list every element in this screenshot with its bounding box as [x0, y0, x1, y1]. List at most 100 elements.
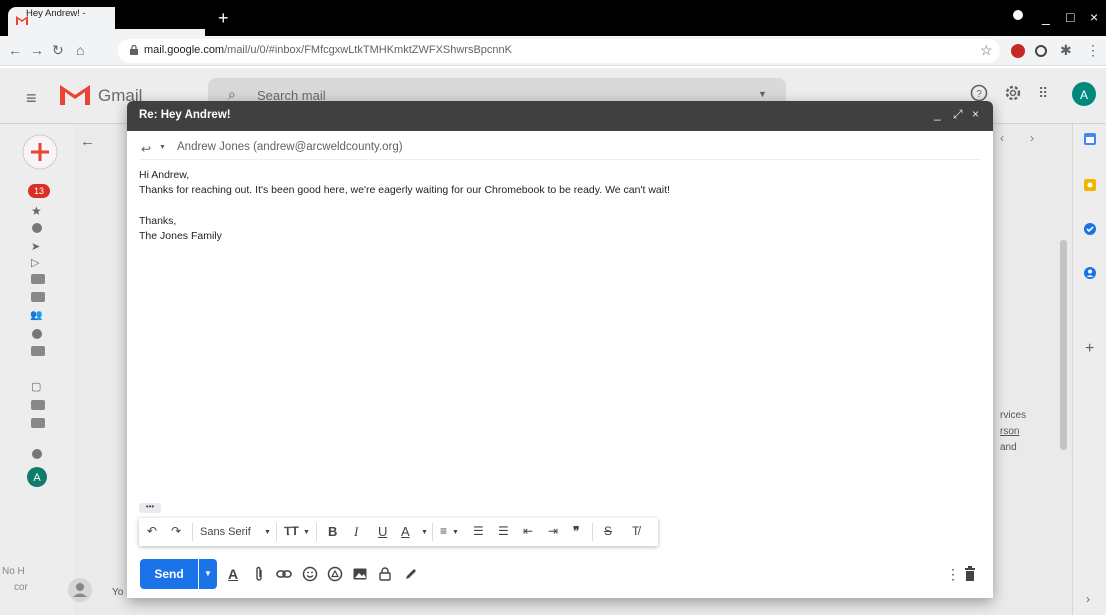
tab-title: Hey Andrew! -: [26, 8, 86, 19]
close-window-button[interactable]: ×: [1090, 9, 1098, 25]
get-addons-icon[interactable]: +: [1085, 340, 1094, 358]
new-tab-button[interactable]: +: [218, 8, 229, 29]
toolbar-divider: [316, 523, 317, 541]
compose-minimize-button[interactable]: _: [934, 107, 941, 121]
home-icon[interactable]: ⌂: [76, 42, 84, 58]
indent-less-icon[interactable]: ⇤: [523, 524, 533, 538]
video-icon[interactable]: [31, 400, 45, 410]
snoozed-icon[interactable]: [31, 222, 43, 234]
reload-icon[interactable]: ↻: [52, 42, 64, 59]
font-chevron-icon[interactable]: ▼: [264, 529, 271, 536]
browser-menu-icon[interactable]: ⋮: [1086, 42, 1100, 59]
extension-circle-icon[interactable]: [1034, 44, 1048, 58]
compose-close-button[interactable]: ×: [972, 107, 979, 121]
profile-dot-icon[interactable]: [1012, 9, 1024, 21]
emoji-icon[interactable]: [302, 566, 318, 582]
spam-icon[interactable]: [31, 328, 43, 340]
show-trimmed-content-button[interactable]: •••: [139, 503, 161, 513]
contacts-side-icon[interactable]: [1083, 266, 1097, 280]
align-chevron-icon[interactable]: ▼: [452, 529, 459, 536]
newer-icon[interactable]: ›: [1030, 131, 1034, 145]
remove-formatting-icon[interactable]: T̸: [632, 524, 639, 538]
url-text[interactable]: mail.google.com/mail/u/0/#inbox/FMfcgxwL…: [144, 44, 512, 56]
meet-icon[interactable]: ▢: [31, 380, 41, 393]
settings-gear-icon[interactable]: [1004, 84, 1022, 102]
bulleted-list-icon[interactable]: ☰: [498, 524, 509, 538]
svg-text:?: ?: [976, 89, 982, 100]
tasks-icon[interactable]: [1083, 222, 1097, 236]
side-panel-rail: [1072, 124, 1106, 615]
extensions-puzzle-icon[interactable]: ✱: [1060, 42, 1072, 59]
reply-arrow-icon[interactable]: ↩: [141, 142, 151, 156]
italic-button[interactable]: I: [354, 524, 358, 540]
signature-pen-icon[interactable]: [403, 566, 419, 582]
compose-title: Re: Hey Andrew!: [139, 109, 231, 121]
send-button[interactable]: Send: [140, 559, 198, 589]
more-options-icon[interactable]: ⋮: [946, 566, 960, 583]
text-color-chevron-icon[interactable]: ▼: [421, 529, 428, 536]
underline-button[interactable]: U: [378, 524, 387, 539]
strikethrough-icon[interactable]: S: [604, 524, 612, 538]
hangouts-icon[interactable]: [31, 448, 43, 460]
inbox-unread-badge[interactable]: 13: [28, 184, 50, 198]
chat-icon[interactable]: [31, 346, 45, 356]
user-status-avatar[interactable]: A: [26, 466, 48, 488]
older-icon[interactable]: ‹: [1000, 131, 1004, 145]
compose-header[interactable]: [127, 101, 993, 131]
svg-text:A: A: [33, 472, 41, 484]
numbered-list-icon[interactable]: ☰: [473, 524, 484, 538]
lock-icon: [130, 45, 138, 55]
scrollbar-thumb[interactable]: [1060, 240, 1067, 450]
font-size-icon[interactable]: ⲦT: [284, 524, 299, 539]
apps-grid-icon[interactable]: ⠿: [1038, 85, 1048, 102]
main-menu-icon[interactable]: ≡: [26, 88, 37, 109]
bold-button[interactable]: B: [328, 524, 337, 539]
attach-file-icon[interactable]: [254, 566, 264, 582]
compose-fullscreen-button[interactable]: ⤢: [953, 107, 963, 122]
redo-icon[interactable]: ↷: [171, 524, 181, 538]
discard-draft-icon[interactable]: [964, 566, 976, 582]
back-to-inbox-icon[interactable]: ←: [80, 133, 95, 150]
toolbar-divider: [192, 523, 193, 541]
keep-icon[interactable]: [1083, 178, 1097, 192]
extension-abp-icon[interactable]: [1010, 43, 1026, 59]
show-side-panel-icon[interactable]: ›: [1086, 592, 1090, 606]
back-icon[interactable]: ←: [8, 42, 22, 58]
bg-snippet-3: and: [1000, 442, 1017, 453]
recipient-divider: [139, 159, 981, 160]
label-icon[interactable]: [31, 292, 45, 302]
person-icon[interactable]: [68, 578, 92, 602]
compose-plus-icon[interactable]: [22, 134, 58, 170]
message-body[interactable]: [139, 168, 981, 498]
recipient-field[interactable]: Andrew Jones (andrew@arcweldcounty.org): [177, 141, 403, 153]
contacts-icon[interactable]: 👥: [30, 310, 42, 321]
text-color-button[interactable]: A: [401, 524, 410, 539]
gmail-logo-icon[interactable]: [60, 83, 90, 105]
indent-more-icon[interactable]: ⇥: [548, 524, 558, 538]
schedule-send-chevron-icon[interactable]: ▼: [199, 559, 217, 589]
sent-icon[interactable]: ▷: [31, 256, 39, 269]
starred-icon[interactable]: ★: [31, 204, 42, 218]
align-icon[interactable]: ≡: [440, 524, 447, 538]
reply-type-chevron-icon[interactable]: ▼: [159, 144, 166, 151]
confidential-mode-icon[interactable]: [377, 566, 393, 582]
size-chevron-icon[interactable]: ▼: [303, 529, 310, 536]
insert-photo-icon[interactable]: [352, 566, 368, 582]
help-icon[interactable]: ?: [970, 84, 988, 102]
search-options-icon[interactable]: ▼: [758, 89, 767, 99]
formatting-options-button[interactable]: A: [228, 566, 238, 582]
quote-icon[interactable]: ❞: [573, 524, 579, 538]
undo-icon[interactable]: ↶: [147, 524, 157, 538]
forward-icon[interactable]: →: [30, 42, 44, 58]
google-drive-icon[interactable]: [327, 566, 343, 582]
insert-link-icon[interactable]: [276, 566, 292, 582]
keyboard-icon[interactable]: [31, 418, 45, 428]
maximize-button[interactable]: □: [1066, 9, 1074, 25]
calendar-icon[interactable]: [1083, 132, 1097, 146]
bg-snippet-1: rvices: [1000, 410, 1027, 421]
drafts-icon[interactable]: [31, 274, 45, 284]
font-family-select[interactable]: Sans Serif: [200, 526, 251, 538]
important-icon[interactable]: ➤: [31, 240, 40, 253]
bookmark-star-icon[interactable]: ☆: [980, 42, 993, 59]
minimize-button[interactable]: _: [1042, 9, 1050, 25]
